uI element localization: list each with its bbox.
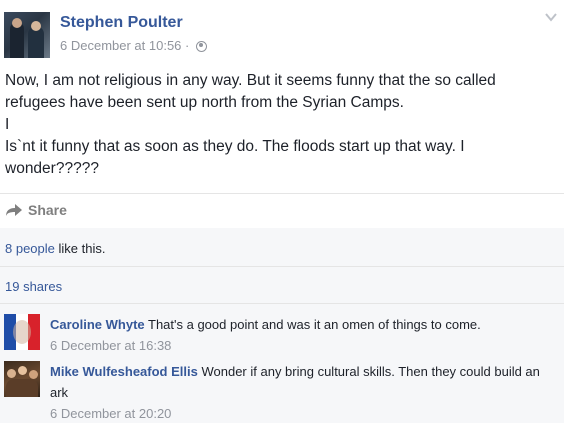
post-body-line: Now, I am not religious in any way. But … [5,72,496,111]
comment-text: That's a good point and was it an omen o… [144,317,481,332]
chevron-down-icon[interactable] [544,10,558,24]
commenter-avatar[interactable] [4,314,40,350]
share-label: Share [28,202,67,218]
post-body-line: Is`nt it funny that as soon as they do. … [5,138,465,177]
timestamp-text[interactable]: 6 December at 10:56 · [60,38,189,53]
commenter-avatar[interactable] [4,361,40,397]
post-timestamp[interactable]: 6 December at 10:56 · [60,38,207,53]
share-arrow-icon [6,204,22,216]
facebook-post: Stephen Poulter 6 December at 10:56 · No… [0,0,564,423]
commenter-name[interactable]: Caroline Whyte [50,317,145,332]
globe-icon [195,41,207,52]
commenter-name[interactable]: Mike Wulfesheafod Ellis [50,364,198,379]
likes-link[interactable]: 8 people [5,241,55,256]
comment-timestamp[interactable]: 6 December at 20:20 [50,403,550,423]
shares-link[interactable]: 19 shares [5,279,62,294]
divider [0,266,564,267]
likes-summary: 8 people like this. [5,241,105,256]
post-body-line: I [5,116,10,133]
comment-body: Caroline Whyte That's a good point and w… [50,314,550,356]
post-header: Stephen Poulter 6 December at 10:56 · [0,0,564,60]
share-button[interactable]: Share [5,202,67,218]
author-avatar[interactable] [4,12,50,58]
comment-timestamp[interactable]: 6 December at 16:38 [50,335,550,356]
feedback-section: 8 people like this. 19 shares Caroline W… [0,228,564,423]
likes-suffix: like this. [54,241,106,256]
divider [0,193,564,194]
post-body: Now, I am not religious in any way. But … [5,70,555,180]
divider [0,303,564,304]
comment-body: Mike Wulfesheafod Ellis Wonder if any br… [50,361,550,423]
author-name[interactable]: Stephen Poulter [60,14,183,32]
